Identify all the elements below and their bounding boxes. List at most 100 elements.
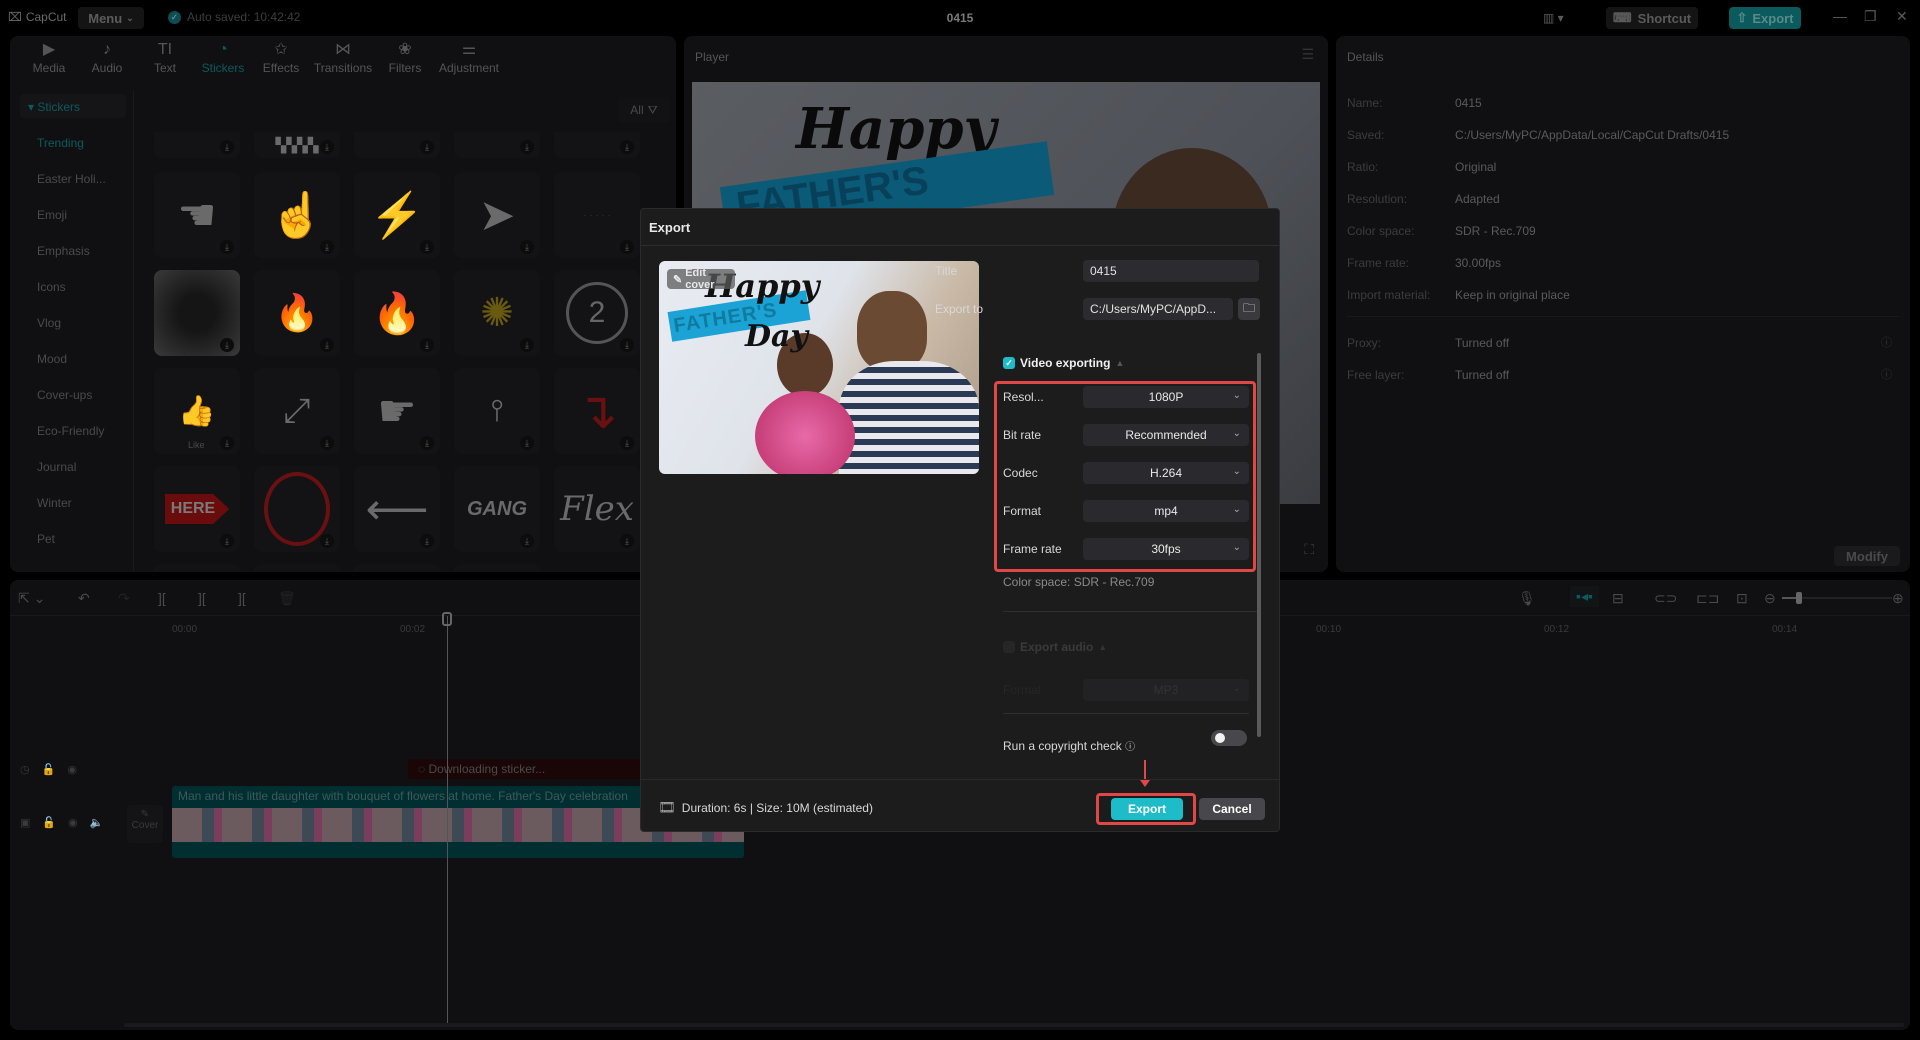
select-tool-icon[interactable]: ⇱ ⌄: [18, 590, 45, 607]
sticker-item[interactable]: 👍Like⤓: [154, 368, 240, 454]
zoom-in-icon[interactable]: ⊕: [1892, 590, 1904, 607]
sidebar-item-trending[interactable]: Trending: [37, 136, 84, 150]
clock-icon[interactable]: ◷: [20, 763, 30, 776]
download-icon[interactable]: ⤓: [320, 534, 334, 548]
lock-icon[interactable]: 🔓: [42, 816, 56, 829]
tab-stickers[interactable]: ◔Stickers: [194, 36, 252, 80]
sidebar-item-journal[interactable]: Journal: [37, 460, 76, 474]
sticker-item[interactable]: ⟵⤓: [354, 466, 440, 552]
download-icon[interactable]: ⤓: [520, 240, 534, 254]
redo-icon[interactable]: ↷: [118, 590, 130, 607]
sticker-item[interactable]: ➤⤓: [454, 172, 540, 258]
download-icon[interactable]: ⤓: [520, 140, 534, 154]
download-icon[interactable]: ⤓: [320, 436, 334, 450]
sidebar-item-emphasis[interactable]: Emphasis: [37, 244, 90, 258]
help-icon[interactable]: ⓘ: [1125, 742, 1135, 753]
tab-media[interactable]: ▶Media: [20, 36, 78, 80]
download-icon[interactable]: ⤓: [420, 534, 434, 548]
playhead-handle[interactable]: [442, 612, 452, 626]
sticker-item[interactable]: ⤓: [154, 132, 240, 158]
codec-select[interactable]: H.264⌄: [1083, 462, 1249, 484]
sticker-item[interactable]: ⫯⤓: [454, 368, 540, 454]
sticker-item[interactable]: · · · · ·⤓: [554, 172, 640, 258]
video-track-icon[interactable]: ▣: [20, 816, 30, 829]
sidebar-item-winter[interactable]: Winter: [37, 496, 72, 510]
title-input[interactable]: 0415: [1083, 260, 1259, 282]
sticker-item[interactable]: ⤢⤓: [254, 368, 340, 454]
tab-transitions[interactable]: ⋈Transitions: [310, 36, 376, 80]
folder-icon[interactable]: 🗀: [1238, 298, 1260, 320]
bit-rate-select[interactable]: Recommended⌄: [1083, 424, 1249, 446]
download-icon[interactable]: ⤓: [220, 534, 234, 548]
speaker-icon[interactable]: 🔈: [90, 816, 104, 829]
export-audio-checkbox[interactable]: [1003, 641, 1015, 653]
sticker-item[interactable]: ⤓: [254, 466, 340, 552]
sidebar-item-easter[interactable]: Easter Holi...: [37, 172, 106, 186]
undo-icon[interactable]: ↶: [78, 590, 90, 607]
video-exporting-checkbox[interactable]: ✓: [1003, 357, 1015, 369]
trim-left-icon[interactable]: ][: [198, 590, 206, 606]
sticker-item[interactable]: ↴⤓: [554, 368, 640, 454]
frame-rate-select[interactable]: 30fps⌄: [1083, 538, 1249, 560]
minimize-icon[interactable]: —: [1833, 8, 1847, 24]
sticker-item[interactable]: 🔥⤓: [254, 270, 340, 356]
download-icon[interactable]: ⤓: [620, 436, 634, 450]
tab-text[interactable]: TIText: [136, 36, 194, 80]
sticker-item[interactable]: [154, 564, 240, 572]
download-icon[interactable]: ⤓: [220, 240, 234, 254]
eye-icon[interactable]: ◉: [67, 763, 77, 776]
sticker-item[interactable]: [354, 564, 440, 572]
sticker-item[interactable]: 🔥⤓: [354, 270, 440, 356]
menu-button[interactable]: Menu ⌄: [78, 7, 144, 29]
split-preview-icon[interactable]: ⊏⊐: [1696, 590, 1719, 607]
sticker-item[interactable]: HERE⤓: [154, 466, 240, 552]
download-icon[interactable]: ⤓: [320, 140, 334, 154]
download-icon[interactable]: ⤓: [420, 338, 434, 352]
sidebar-item-emoji[interactable]: Emoji: [37, 208, 67, 222]
sticker-item[interactable]: ▚▚▚▚⤓: [254, 132, 340, 158]
sidebar-header-stickers[interactable]: ▾ Stickers: [20, 94, 126, 118]
download-icon[interactable]: ⤓: [520, 436, 534, 450]
export-button[interactable]: Export: [1111, 798, 1183, 820]
sticker-item[interactable]: ✺⤓: [454, 270, 540, 356]
playhead-line[interactable]: [447, 616, 448, 1026]
download-icon[interactable]: ⤓: [620, 534, 634, 548]
sidebar-item-pet[interactable]: Pet: [37, 532, 55, 546]
sidebar-item-icons[interactable]: Icons: [37, 280, 66, 294]
caret-up-icon[interactable]: ▲: [1115, 358, 1124, 368]
caret-up-icon[interactable]: ▲: [1098, 642, 1107, 652]
sticker-item[interactable]: ⤓: [154, 270, 240, 356]
tab-adjustment[interactable]: ⚌Adjustment: [434, 36, 504, 80]
cancel-button[interactable]: Cancel: [1199, 798, 1265, 820]
sticker-item[interactable]: ☛⤓: [354, 368, 440, 454]
sticker-item[interactable]: [254, 564, 340, 572]
format-select[interactable]: mp4⌄: [1083, 500, 1249, 522]
sticker-item[interactable]: ⤓: [554, 132, 640, 158]
delete-icon[interactable]: 🗑: [278, 590, 296, 607]
sticker-item[interactable]: 2⤓: [554, 270, 640, 356]
download-icon[interactable]: ⤓: [620, 140, 634, 154]
microphone-icon[interactable]: 🎙: [1518, 590, 1536, 607]
sticker-item[interactable]: GANG⤓: [454, 466, 540, 552]
download-icon[interactable]: ⤓: [220, 338, 234, 352]
modify-button[interactable]: Modify: [1834, 546, 1900, 566]
sticker-item[interactable]: [454, 564, 540, 572]
download-icon[interactable]: ⤓: [220, 140, 234, 154]
sticker-item[interactable]: ⚡⤓: [354, 172, 440, 258]
video-exporting-section[interactable]: ✓ Video exporting ▲: [1003, 356, 1124, 370]
download-icon[interactable]: ⤓: [320, 240, 334, 254]
layout-icon[interactable]: ▥ ▾: [1543, 11, 1564, 25]
export-top-button[interactable]: ⇧ Export: [1729, 7, 1801, 29]
preview-axis-icon[interactable]: ⊡: [1736, 590, 1748, 607]
tab-filters[interactable]: ❀Filters: [376, 36, 434, 80]
sticker-item[interactable]: ⤓: [454, 132, 540, 158]
split-icon[interactable]: ][: [158, 590, 166, 606]
help-icon[interactable]: ⓘ: [1881, 334, 1892, 350]
export-path-input[interactable]: C:/Users/MyPC/AppD...: [1083, 298, 1233, 320]
download-icon[interactable]: ⤓: [420, 140, 434, 154]
sticker-item[interactable]: ☚⤓: [154, 172, 240, 258]
help-icon[interactable]: ⓘ: [1881, 366, 1892, 382]
sidebar-item-mood[interactable]: Mood: [37, 352, 67, 366]
close-icon[interactable]: ✕: [1896, 8, 1908, 25]
sidebar-item-eco-friendly[interactable]: Eco-Friendly: [37, 424, 104, 438]
